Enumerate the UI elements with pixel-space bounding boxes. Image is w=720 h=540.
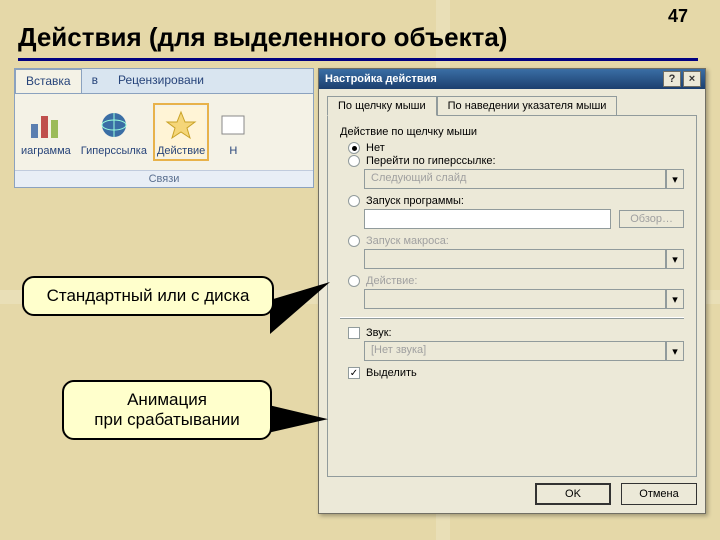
- chevron-down-icon[interactable]: ▾: [666, 169, 684, 189]
- ribbon-item-label: Гиперссылка: [81, 145, 147, 157]
- hyperlink-value: Следующий слайд: [364, 169, 666, 189]
- action-combo: ▾: [364, 289, 684, 309]
- tab-on-hover[interactable]: По наведении указателя мыши: [437, 96, 618, 116]
- chevron-down-icon[interactable]: ▾: [666, 341, 684, 361]
- checkbox-icon: [348, 327, 360, 339]
- ribbon-tab-2: в: [82, 69, 108, 93]
- star-icon: [163, 107, 199, 143]
- action-settings-dialog: Настройка действия ? × По щелчку мыши По…: [318, 68, 706, 514]
- page-title: Действия (для выделенного объекта): [18, 22, 507, 53]
- ribbon-item-hyperlink: Гиперссылка: [81, 107, 147, 157]
- radio-icon: [348, 235, 360, 247]
- dialog-panel: Действие по щелчку мыши Нет Перейти по г…: [327, 115, 697, 477]
- ribbon-item-action: Действие: [157, 107, 205, 157]
- callout-animation: Анимация при срабатывании: [62, 380, 272, 440]
- section-label: Действие по щелчку мыши: [340, 126, 684, 138]
- radio-icon: [348, 155, 360, 167]
- tab-on-click[interactable]: По щелчку мыши: [327, 96, 437, 116]
- callout-text: Анимация: [127, 390, 207, 409]
- callout-text: при срабатывании: [94, 410, 239, 429]
- sound-combo[interactable]: [Нет звука] ▾: [364, 341, 684, 361]
- run-program-input[interactable]: [364, 209, 611, 229]
- radio-icon: [348, 142, 360, 154]
- ribbon-item-label: иаграмма: [21, 145, 71, 157]
- radio-run-label: Запуск программы:: [366, 195, 464, 207]
- radio-none-row[interactable]: Нет: [348, 142, 684, 154]
- macro-value: [364, 249, 666, 269]
- close-button[interactable]: ×: [683, 71, 701, 87]
- action-value: [364, 289, 666, 309]
- radio-none-label: Нет: [366, 142, 385, 154]
- radio-icon: [348, 195, 360, 207]
- radio-icon: [348, 275, 360, 287]
- page-number: 47: [668, 6, 688, 27]
- chart-icon: [28, 107, 64, 143]
- cancel-button[interactable]: Отмена: [621, 483, 697, 505]
- globe-icon: [96, 107, 132, 143]
- radio-macro-label: Запуск макроса:: [366, 235, 449, 247]
- chevron-down-icon: ▾: [666, 249, 684, 269]
- highlight-check-label: Выделить: [366, 367, 417, 379]
- highlight-check-row[interactable]: Выделить: [348, 367, 684, 379]
- radio-run-program-row[interactable]: Запуск программы:: [348, 195, 684, 207]
- radio-action-row: Действие:: [348, 275, 684, 287]
- radio-hyperlink-label: Перейти по гиперссылке:: [366, 155, 496, 167]
- ribbon-item-label: Н: [229, 145, 237, 157]
- radio-action-label: Действие:: [366, 275, 417, 287]
- callout-arrow: [268, 405, 328, 439]
- sound-value: [Нет звука]: [364, 341, 666, 361]
- radio-macro-row: Запуск макроса:: [348, 235, 684, 247]
- ribbon-group-label: Связи: [15, 170, 313, 187]
- sound-check-label: Звук:: [366, 327, 392, 339]
- heading-rule: [18, 58, 698, 61]
- callout-standard-or-disk: Стандартный или с диска: [22, 276, 274, 316]
- ok-button[interactable]: OK: [535, 483, 611, 505]
- ribbon-item-4: Н: [215, 107, 251, 157]
- ribbon-item-label: Действие: [157, 145, 205, 157]
- browse-button[interactable]: Обзор…: [619, 210, 684, 228]
- box-icon: [215, 107, 251, 143]
- macro-combo: ▾: [364, 249, 684, 269]
- sound-check-row[interactable]: Звук:: [348, 327, 684, 339]
- ribbon-tab-review: Рецензировани: [108, 69, 214, 93]
- callout-text: Стандартный или с диска: [47, 286, 250, 305]
- help-button[interactable]: ?: [663, 71, 681, 87]
- hyperlink-combo[interactable]: Следующий слайд ▾: [364, 169, 684, 189]
- chevron-down-icon: ▾: [666, 289, 684, 309]
- radio-hyperlink-row[interactable]: Перейти по гиперссылке:: [348, 155, 684, 167]
- dialog-titlebar: Настройка действия ? ×: [319, 69, 705, 89]
- ribbon-item-chart: иаграмма: [21, 107, 71, 157]
- dialog-title: Настройка действия: [325, 73, 437, 85]
- ribbon-screenshot: Вставка в Рецензировани иаграмма Гиперсс…: [14, 68, 314, 188]
- checkbox-icon: [348, 367, 360, 379]
- separator: [340, 317, 684, 319]
- ribbon-tab-insert: Вставка: [15, 69, 82, 93]
